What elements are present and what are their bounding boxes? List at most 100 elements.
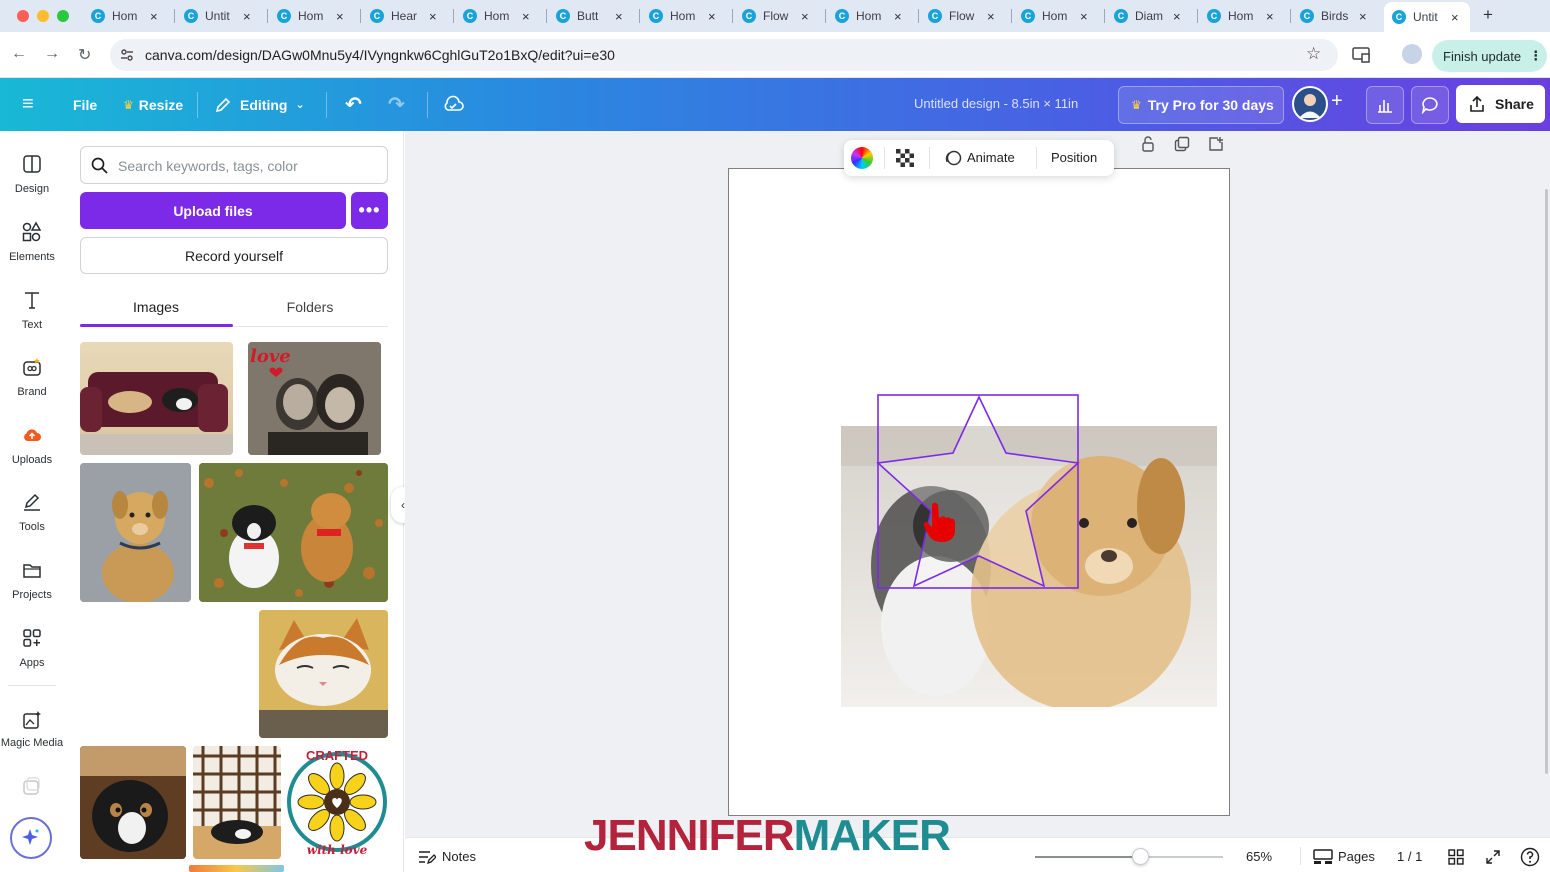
minimize-window-button[interactable] [37, 10, 49, 22]
close-tab-icon[interactable]: × [987, 9, 995, 24]
duplicate-page-icon[interactable] [1174, 136, 1190, 155]
try-pro-button[interactable]: ♛ Try Pro for 30 days [1118, 86, 1284, 124]
browser-tab[interactable]: C Flow × [928, 4, 995, 28]
rail-item-tools[interactable]: Tools [0, 491, 64, 551]
upload-image-puppy-sitting[interactable] [80, 463, 191, 602]
address-bar[interactable]: canva.com/design/DAGw0Mnu5y4/IVyngnkw6Cg… [110, 39, 1338, 71]
upload-image-dogs-on-couch[interactable] [80, 342, 233, 455]
close-tab-icon[interactable]: × [708, 9, 716, 24]
undo-icon[interactable]: ↶ [345, 78, 362, 131]
color-picker-icon[interactable] [851, 147, 873, 169]
upload-image-couple-love[interactable]: love [248, 342, 381, 455]
position-button[interactable]: Position [1051, 150, 1097, 165]
rail-item-magic-media[interactable]: Magic Media [0, 709, 64, 769]
rail-item-design[interactable]: Design [0, 153, 64, 213]
editing-mode-dropdown[interactable]: Editing ⌄ [214, 78, 305, 131]
browser-tab-active[interactable]: C Untit × [1384, 2, 1470, 32]
zoom-window-button[interactable] [57, 10, 69, 22]
cloud-saved-icon[interactable] [442, 95, 464, 113]
browser-tab[interactable]: C Flow × [742, 4, 809, 28]
record-yourself-button[interactable]: Record yourself [80, 237, 388, 274]
notes-icon[interactable] [418, 849, 436, 865]
help-icon[interactable] [1520, 847, 1540, 867]
close-tab-icon[interactable]: × [801, 9, 809, 24]
close-window-button[interactable] [17, 10, 29, 22]
site-settings-icon[interactable] [120, 48, 134, 62]
close-tab-icon[interactable]: × [615, 9, 623, 24]
rail-item-text[interactable]: Text [0, 289, 64, 349]
lock-page-icon[interactable] [1141, 136, 1155, 155]
browser-tab[interactable]: C Hom × [277, 4, 344, 28]
profile-avatar-icon[interactable] [1402, 44, 1422, 64]
browser-tab[interactable]: C Butt × [556, 4, 623, 28]
close-tab-icon[interactable]: × [522, 9, 530, 24]
search-input[interactable]: Search keywords, tags, color [80, 146, 388, 184]
redo-icon[interactable]: ↷ [388, 78, 405, 131]
zoom-slider-handle[interactable] [1132, 848, 1150, 865]
rail-item-brand[interactable]: Brand [0, 356, 64, 416]
resize-button[interactable]: ♛ Resize [123, 78, 183, 131]
user-avatar[interactable] [1292, 86, 1328, 122]
share-button[interactable]: Share [1456, 85, 1545, 123]
upload-image-dogs-in-leaves[interactable] [199, 463, 388, 602]
grid-view-icon[interactable] [1448, 849, 1464, 865]
close-tab-icon[interactable]: × [336, 9, 344, 24]
star-frame-selection[interactable] [876, 393, 1082, 591]
close-tab-icon[interactable]: × [1173, 9, 1181, 24]
upload-image-dog-in-crate[interactable] [193, 746, 281, 859]
more-vertical-icon[interactable]: ⋮ [1529, 48, 1542, 64]
browser-tab[interactable]: C Hom × [1207, 4, 1274, 28]
rail-item-uploads[interactable]: Uploads [0, 424, 64, 484]
tab-folders[interactable]: Folders [234, 299, 386, 315]
comments-button[interactable] [1411, 86, 1449, 124]
insights-button[interactable] [1366, 86, 1404, 124]
add-collaborator-icon[interactable]: + [1331, 90, 1343, 113]
close-tab-icon[interactable]: × [894, 9, 902, 24]
document-title[interactable]: Untitled design - 8.5in × 11in [914, 96, 1078, 111]
browser-tab[interactable]: C Birds × [1300, 4, 1367, 28]
forward-icon[interactable]: → [44, 45, 60, 63]
rail-item-apps[interactable]: Apps [0, 627, 64, 687]
browser-tab[interactable]: C Hom × [463, 4, 530, 28]
upload-image-puppy-closeup[interactable] [80, 746, 186, 859]
close-tab-icon[interactable]: × [1451, 10, 1459, 25]
upload-image-cat[interactable] [259, 610, 388, 738]
browser-tab[interactable]: C Diam × [1114, 4, 1181, 28]
tab-images[interactable]: Images [80, 299, 232, 315]
new-tab-button[interactable]: + [1483, 5, 1493, 25]
close-tab-icon[interactable]: × [150, 9, 158, 24]
finish-update-button[interactable]: Finish update ⋮ [1432, 40, 1547, 72]
animate-button[interactable]: Animate [967, 150, 1015, 165]
close-tab-icon[interactable]: × [1359, 9, 1367, 24]
browser-tab[interactable]: C Hom × [649, 4, 716, 28]
back-icon[interactable]: ← [11, 45, 27, 63]
browser-tab[interactable]: C Hom × [91, 4, 158, 28]
add-page-icon[interactable] [1208, 136, 1224, 155]
file-menu[interactable]: File [73, 78, 97, 131]
browser-tab[interactable]: C Hom × [1021, 4, 1088, 28]
close-tab-icon[interactable]: × [429, 9, 437, 24]
magic-assistant-button[interactable] [10, 817, 52, 859]
vertical-scrollbar[interactable] [1545, 189, 1548, 774]
upload-files-button[interactable]: Upload files [80, 192, 346, 229]
close-tab-icon[interactable]: × [1266, 9, 1274, 24]
pages-button[interactable]: Pages [1338, 849, 1375, 864]
close-tab-icon[interactable]: × [243, 9, 251, 24]
notes-button[interactable]: Notes [442, 849, 476, 864]
browser-tab[interactable]: C Hom × [835, 4, 902, 28]
fullscreen-icon[interactable] [1485, 849, 1501, 865]
zoom-percentage[interactable]: 65% [1246, 849, 1272, 864]
upload-image-partial[interactable] [189, 865, 284, 872]
cast-icon[interactable] [1352, 47, 1370, 63]
upload-image-crafted-with-love-sticker[interactable]: CRAFTED with love [286, 746, 388, 859]
reload-icon[interactable]: ↻ [78, 45, 91, 65]
browser-tab[interactable]: C Hear × [370, 4, 437, 28]
transparency-icon[interactable] [896, 149, 914, 167]
more-upload-options-button[interactable]: ••• [351, 192, 388, 229]
rail-item-elements[interactable]: Elements [0, 221, 64, 281]
browser-tab[interactable]: C Untit × [184, 4, 251, 28]
close-tab-icon[interactable]: × [1080, 9, 1088, 24]
menu-hamburger-icon[interactable]: ≡ [22, 78, 34, 131]
bookmark-star-icon[interactable]: ☆ [1306, 44, 1321, 64]
rail-item-projects[interactable]: Projects [0, 559, 64, 619]
